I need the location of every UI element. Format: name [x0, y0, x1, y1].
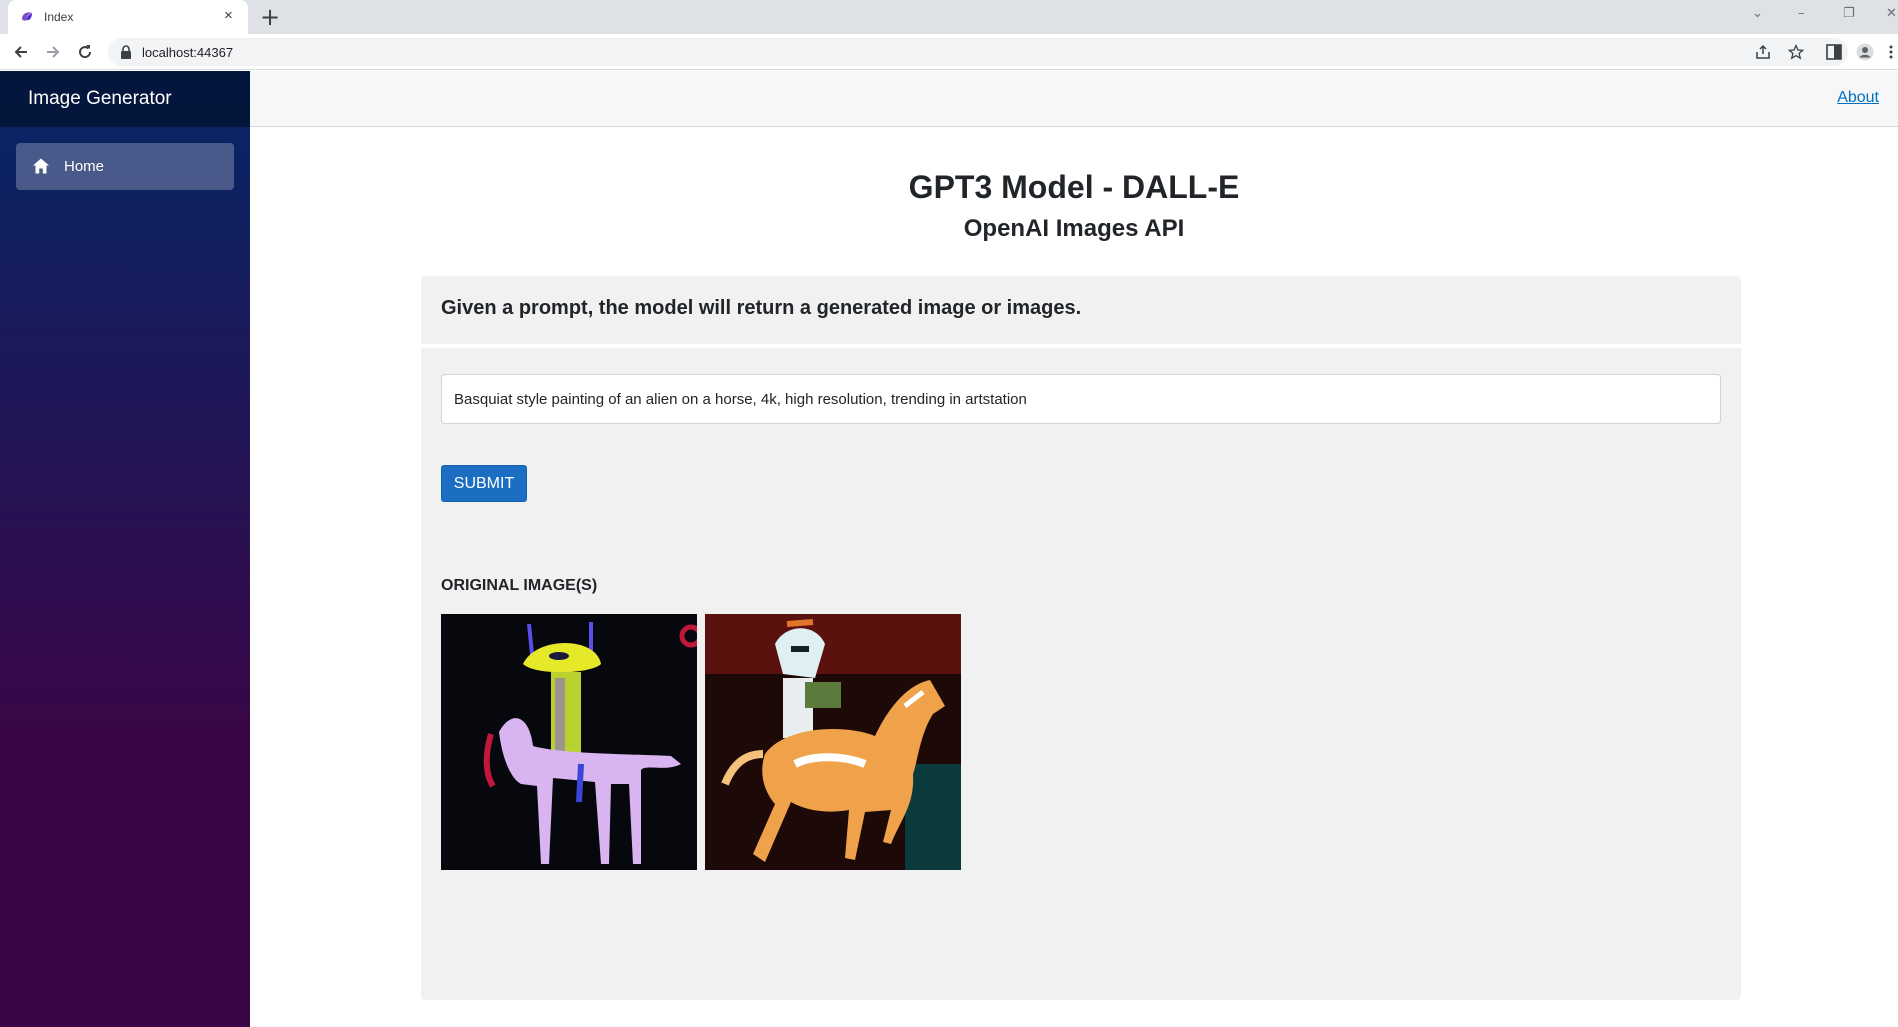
share-icon[interactable]	[1755, 44, 1771, 60]
card-body: SUBMIT ORIGINAL IMAGE(S)	[421, 348, 1741, 1000]
tab-search-icon[interactable]: ⌄	[1752, 6, 1763, 21]
forward-arrow-icon[interactable]	[43, 42, 63, 62]
browser-toolbar: localhost:44367	[0, 34, 1898, 70]
generated-image[interactable]	[705, 614, 961, 870]
blazor-favicon-icon	[22, 12, 32, 21]
main-content: GPT3 Model - DALL-E OpenAI Images API Gi…	[250, 127, 1898, 1027]
back-arrow-icon[interactable]	[11, 42, 31, 62]
url-text: localhost:44367	[142, 45, 234, 60]
card-header: Given a prompt, the model will return a …	[421, 276, 1741, 344]
tab-title: Index	[44, 10, 74, 24]
side-panel-icon[interactable]	[1825, 43, 1843, 61]
images-section-label: ORIGINAL IMAGE(S)	[441, 577, 598, 594]
home-icon	[33, 158, 49, 174]
app-brand[interactable]: Image Generator	[28, 88, 172, 110]
sidebar-brand: Image Generator	[0, 71, 250, 127]
lock-icon	[121, 45, 131, 59]
reload-icon[interactable]	[75, 42, 95, 62]
sidebar-item-label: Home	[64, 158, 105, 175]
restore-button[interactable]: ❐	[1843, 6, 1855, 21]
submit-button[interactable]: SUBMIT	[441, 465, 527, 502]
browser-tab[interactable]: Index ×	[8, 0, 248, 34]
generated-image[interactable]	[441, 614, 697, 870]
page-title: GPT3 Model - DALL-E	[908, 169, 1240, 205]
bookmark-star-icon[interactable]	[1788, 44, 1804, 60]
menu-dots-icon[interactable]	[1886, 43, 1896, 61]
new-tab-button[interactable]: +	[260, 3, 280, 31]
minimize-button[interactable]: –	[1798, 6, 1805, 21]
top-row: About	[250, 71, 1898, 127]
profile-avatar-icon[interactable]	[1856, 43, 1874, 61]
card-header-text: Given a prompt, the model will return a …	[441, 297, 1082, 319]
sidebar-item-home[interactable]: Home	[16, 143, 234, 190]
about-link[interactable]: About	[1837, 89, 1879, 107]
address-bar[interactable]: localhost:44367	[108, 38, 1848, 66]
sidebar: Image Generator Home	[0, 71, 250, 1027]
browser-tabstrip: Index × + ⌄ – ❐ ✕	[0, 0, 1898, 34]
tab-close-icon[interactable]: ×	[224, 7, 233, 24]
page-subtitle: OpenAI Images API	[963, 215, 1185, 242]
prompt-input[interactable]	[441, 374, 1721, 424]
close-window-button[interactable]: ✕	[1886, 6, 1897, 21]
